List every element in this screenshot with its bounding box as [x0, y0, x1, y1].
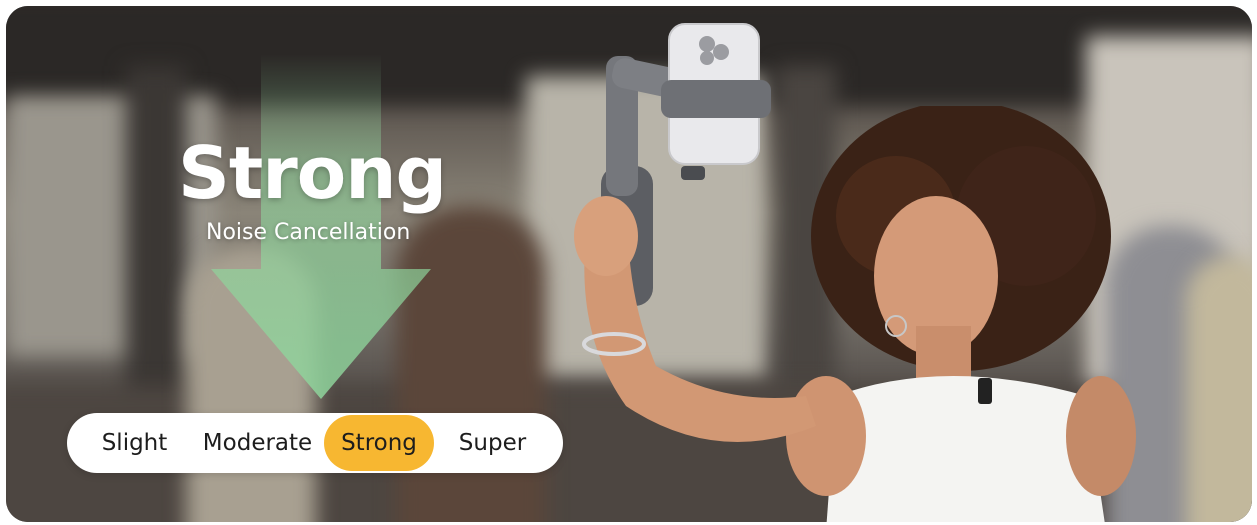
noise-level-super[interactable]: Super — [445, 413, 540, 473]
product-banner: Strong Noise Cancellation Slight Moderat… — [6, 6, 1252, 522]
headline: Strong — [178, 131, 447, 215]
woman-photo — [574, 106, 1136, 522]
subheadline: Noise Cancellation — [206, 220, 411, 245]
noise-level-slight[interactable]: Slight — [87, 413, 182, 473]
noise-level-moderate[interactable]: Moderate — [195, 413, 320, 473]
background-column — [126, 66, 186, 426]
noise-level-selector: Slight Moderate Strong Super — [67, 413, 563, 473]
noise-level-strong[interactable]: Strong — [324, 415, 434, 471]
